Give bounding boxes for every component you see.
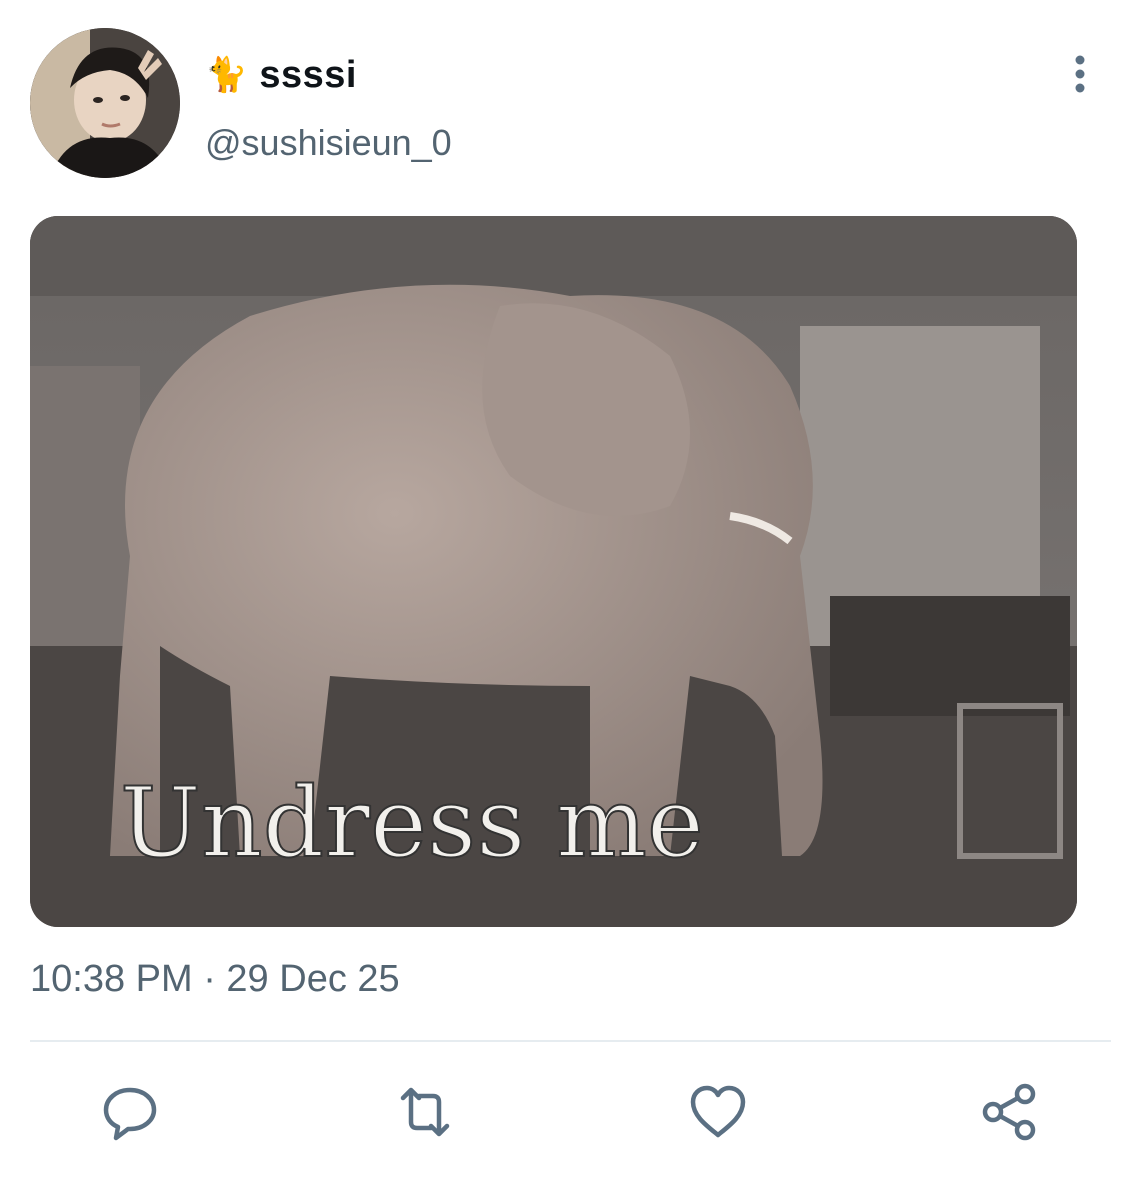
divider <box>30 1040 1111 1042</box>
comment-icon[interactable] <box>98 1080 162 1144</box>
cat-emoji: 🐈 <box>205 55 248 95</box>
user-handle[interactable]: @sushisieun_0 <box>205 122 452 164</box>
tweet-media-image[interactable]: Undress me <box>30 216 1077 927</box>
share-icon[interactable] <box>978 1080 1042 1144</box>
tweet-timestamp[interactable]: 10:38 PM · 29 Dec 25 <box>30 958 400 1001</box>
retweet-icon[interactable] <box>393 1080 457 1144</box>
heart-icon[interactable] <box>686 1080 750 1144</box>
author-name-row[interactable]: 🐈 ssssi <box>205 50 357 100</box>
media-caption: Undress me <box>120 767 704 879</box>
more-vertical-icon[interactable] <box>1062 52 1098 96</box>
avatar[interactable] <box>30 28 180 178</box>
display-name[interactable]: ssssi <box>259 54 357 97</box>
tweet: 🐈 ssssi @sushisieun_0 Undress me 10:38 P… <box>0 0 1141 1200</box>
